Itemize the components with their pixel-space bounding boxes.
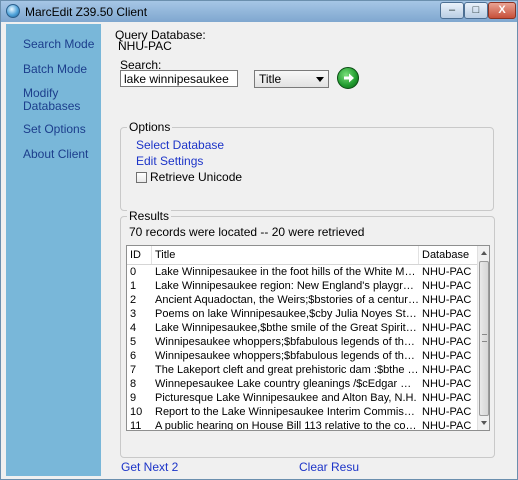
clear-results-button[interactable]: Clear Resu [299,460,359,474]
cell-database: NHU-PAC [422,308,472,320]
cell-title: Winnipesaukee whoppers;$bfabulous legend… [155,336,419,348]
options-legend: Options [127,120,173,134]
search-input[interactable] [120,70,238,87]
cell-database: NHU-PAC [422,322,472,334]
cell-id: 7 [130,364,137,376]
table-row[interactable]: 4 Lake Winnipesaukee,$bthe smile of the … [127,321,477,335]
sidebar: Search Mode Batch Mode Modify Databases … [6,24,101,476]
select-database-link[interactable]: Select Database [136,138,224,152]
cell-title: Winnepesaukee Lake country gleanings /$c… [155,378,419,390]
table-row[interactable]: 9 Picturesque Lake Winnipesaukee and Alt… [127,391,477,405]
cell-database: NHU-PAC [422,350,472,362]
cell-id: 6 [130,350,137,362]
scroll-up-icon[interactable] [478,246,489,260]
cell-id: 3 [130,308,137,320]
cell-title: Picturesque Lake Winnipesaukee and Alton… [155,392,417,404]
cell-title: Poems on lake Winnipesaukee,$cby Julia N… [155,308,419,320]
cell-database: NHU-PAC [422,406,472,418]
cell-title: Ancient Aquadoctan, the Weirs;$bstories … [155,294,419,306]
app-window: MarcEdit Z39.50 Client – □ X Search Mode… [0,0,518,480]
search-field-selected: Title [259,72,282,86]
table-row[interactable]: 1 Lake Winnipesaukee region: New England… [127,279,477,293]
cell-database: NHU-PAC [422,280,472,292]
sidebar-item-modify-databases[interactable]: Modify Databases [23,87,80,113]
cell-database: NHU-PAC [422,266,472,278]
minimize-button[interactable]: – [440,2,464,19]
table-row[interactable]: 11 A public hearing on House Bill 113 re… [127,419,477,431]
main-panel: Query Database: NHU-PAC Search: Title Op… [101,24,513,476]
cell-title: Winnipesaukee whoppers;$bfabulous legend… [155,350,419,362]
close-button[interactable]: X [488,2,516,19]
cell-title: A public hearing on House Bill 113 relat… [155,420,419,431]
cell-id: 1 [130,280,137,292]
sidebar-item-about-client[interactable]: About Client [23,148,88,161]
scroll-thumb[interactable] [479,261,489,416]
cell-title: Lake Winnipesaukee in the foot hills of … [155,266,419,278]
chevron-down-icon [316,77,324,82]
title-bar: MarcEdit Z39.50 Client – □ X [1,1,517,22]
search-go-button[interactable] [337,67,359,89]
cell-id: 8 [130,378,137,390]
table-row[interactable]: 3 Poems on lake Winnipesaukee,$cby Julia… [127,307,477,321]
query-database-value: NHU-PAC [118,39,172,53]
sidebar-item-search-mode[interactable]: Search Mode [23,38,94,51]
table-row[interactable]: 2 Ancient Aquadoctan, the Weirs;$bstorie… [127,293,477,307]
cell-title: Lake Winnipesaukee region: New England's… [155,280,419,292]
sidebar-item-batch-mode[interactable]: Batch Mode [23,63,87,76]
cell-id: 5 [130,336,137,348]
cell-title: The Lakeport cleft and great prehistoric… [155,364,419,376]
cell-database: NHU-PAC [422,392,472,404]
cell-id: 0 [130,266,137,278]
cell-database: NHU-PAC [422,378,472,390]
table-row[interactable]: 10 Report to the Lake Winnipesaukee Inte… [127,405,477,419]
table-row[interactable]: 7 The Lakeport cleft and great prehistor… [127,363,477,377]
table-row[interactable]: 8 Winnepesaukee Lake country gleanings /… [127,377,477,391]
table-row[interactable]: 0 Lake Winnipesaukee in the foot hills o… [127,265,477,279]
scroll-down-icon[interactable] [478,416,489,430]
results-table: ID Title Database 0 Lake Winnipesaukee i… [126,245,490,431]
table-row[interactable]: 6 Winnipesaukee whoppers;$bfabulous lege… [127,349,477,363]
results-scrollbar[interactable] [477,246,489,430]
edit-settings-link[interactable]: Edit Settings [136,154,203,168]
cell-id: 9 [130,392,137,404]
cell-title: Report to the Lake Winnipesaukee Interim… [155,406,419,418]
cell-id: 2 [130,294,137,306]
sidebar-item-set-options[interactable]: Set Options [23,123,86,136]
cell-id: 4 [130,322,137,334]
search-field-select[interactable]: Title [254,70,329,88]
cell-database: NHU-PAC [422,420,472,431]
table-row[interactable]: 5 Winnipesaukee whoppers;$bfabulous lege… [127,335,477,349]
cell-database: NHU-PAC [422,364,472,376]
options-group: Options Select Database Edit Settings Re… [120,120,494,211]
cell-database: NHU-PAC [422,336,472,348]
get-next-button[interactable]: Get Next 2 [121,460,178,474]
cell-id: 10 [130,406,143,418]
maximize-button[interactable]: □ [464,2,488,19]
cell-database: NHU-PAC [422,294,472,306]
results-summary: 70 records were located -- 20 were retri… [129,225,365,239]
retrieve-unicode-label: Retrieve Unicode [150,170,243,184]
cell-id: 11 [130,420,142,431]
column-header-title[interactable]: Title [152,246,419,264]
retrieve-unicode-checkbox[interactable] [136,172,147,183]
results-legend: Results [127,209,172,223]
arrow-right-icon [344,73,354,83]
grip-icon [482,334,487,342]
app-globe-icon [6,4,20,18]
column-header-database[interactable]: Database [419,246,477,264]
cell-title: Lake Winnipesaukee,$bthe smile of the Gr… [155,322,419,334]
table-header: ID Title Database [127,246,477,265]
window-title: MarcEdit Z39.50 Client [25,5,148,19]
column-header-id[interactable]: ID [127,246,152,264]
